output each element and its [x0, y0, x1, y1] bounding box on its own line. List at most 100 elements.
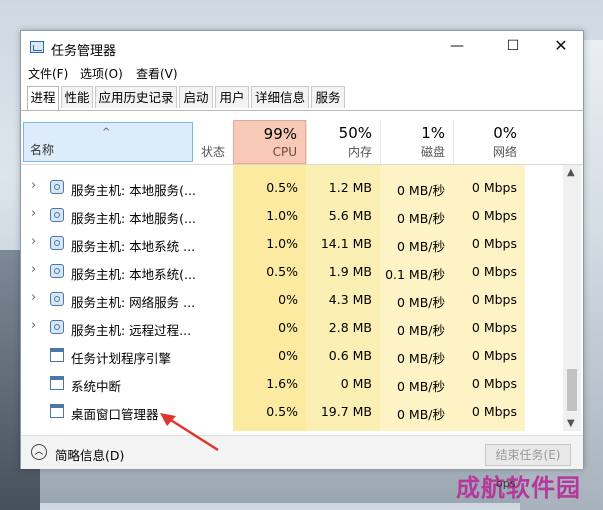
- cpu-total-percent: 99%: [263, 125, 297, 143]
- table-row[interactable]: 系统中断 1.6% 0 MB 0 MB/秒 0 Mbps: [21, 369, 563, 397]
- chevron-right-icon[interactable]: ›: [31, 318, 36, 333]
- process-cpu: 0%: [278, 292, 298, 307]
- tab-performance[interactable]: 性能: [61, 86, 93, 108]
- process-cpu: 0.5%: [266, 404, 298, 419]
- chevron-right-icon[interactable]: ›: [31, 262, 36, 277]
- process-name: 服务主机: 本地服务(...: [71, 211, 196, 226]
- process-memory: 0 MB: [340, 376, 372, 391]
- chevron-right-icon[interactable]: ›: [31, 290, 36, 305]
- process-cpu: 0.5%: [266, 264, 298, 279]
- tab-processes[interactable]: 进程: [27, 86, 59, 110]
- footer-bar: ︿ 简略信息(D) 结束任务(E): [21, 435, 583, 469]
- chevron-right-icon[interactable]: ›: [31, 206, 36, 221]
- disk-total-percent: 1%: [421, 124, 445, 142]
- table-row[interactable]: › 服务主机: 本地服务(... 1.0% 5.6 MB 0 MB/秒 0 Mbps: [21, 201, 563, 229]
- process-disk: 0 MB/秒: [397, 323, 445, 338]
- column-header-network[interactable]: 0% 网络: [453, 120, 525, 164]
- process-window-icon: [50, 348, 64, 362]
- process-name: 服务主机: 本地系统 ...: [71, 239, 196, 254]
- service-gear-icon: [50, 180, 64, 194]
- column-header-memory[interactable]: 50% 内存: [306, 120, 380, 164]
- watermark-logo: 成航软件园: [456, 474, 581, 502]
- process-memory: 0.6 MB: [328, 348, 372, 363]
- task-manager-window: 任务管理器 — ☐ ✕ 文件(F) 选项(O) 查看(V) 进程 性能 应用历史…: [20, 30, 584, 469]
- end-task-button[interactable]: 结束任务(E): [485, 444, 571, 466]
- sort-ascending-icon: ^: [102, 127, 111, 138]
- process-memory: 5.6 MB: [328, 208, 372, 223]
- process-network: 0 Mbps: [471, 236, 517, 251]
- process-disk: 0 MB/秒: [397, 239, 445, 254]
- scroll-up-icon[interactable]: ▲: [567, 167, 575, 178]
- table-row[interactable]: › 服务主机: 远程过程... 0% 2.8 MB 0 MB/秒 0 Mbps: [21, 313, 563, 341]
- chevron-right-icon[interactable]: ›: [31, 234, 36, 249]
- process-disk: 0.1 MB/秒: [385, 267, 445, 282]
- close-button[interactable]: ✕: [543, 31, 579, 61]
- process-memory: 1.2 MB: [328, 180, 372, 195]
- process-disk: 0 MB/秒: [397, 295, 445, 310]
- menu-view[interactable]: 查看(V): [136, 65, 178, 82]
- process-name: 服务主机: 远程过程...: [71, 323, 192, 338]
- table-row[interactable]: › 服务主机: 本地系统(... 0.5% 1.9 MB 0.1 MB/秒 0 Mbps: [21, 257, 563, 285]
- column-header-name-label: 名称: [30, 143, 55, 157]
- process-name: 服务主机: 网络服务 ...: [71, 295, 196, 310]
- process-disk: 0 MB/秒: [397, 379, 445, 394]
- table-row[interactable]: › 服务主机: 本地系统 ... 1.0% 14.1 MB 0 MB/秒 0 Mbps: [21, 229, 563, 257]
- process-disk: 0 MB/秒: [397, 351, 445, 366]
- tab-services[interactable]: 服务: [311, 86, 345, 108]
- service-gear-icon: [50, 208, 64, 222]
- process-name: 服务主机: 本地服务(...: [71, 183, 196, 198]
- process-memory: 14.1 MB: [320, 236, 372, 251]
- process-disk: 0 MB/秒: [397, 211, 445, 226]
- process-network: 0 Mbps: [471, 348, 517, 363]
- process-memory: 2.8 MB: [328, 320, 372, 335]
- watermark-sub: ops: [496, 477, 516, 490]
- title-bar[interactable]: 任务管理器 — ☐ ✕: [21, 31, 583, 63]
- fewer-details-link[interactable]: 简略信息(D): [55, 445, 124, 464]
- process-network: 0 Mbps: [471, 404, 517, 419]
- column-header-disk[interactable]: 1% 磁盘: [380, 120, 453, 164]
- minimize-button[interactable]: —: [439, 31, 475, 61]
- chevron-right-icon[interactable]: ›: [31, 178, 36, 193]
- table-row[interactable]: 任务计划程序引擎 0% 0.6 MB 0 MB/秒 0 Mbps: [21, 341, 563, 369]
- menu-options[interactable]: 选项(O): [80, 65, 123, 82]
- network-total-percent: 0%: [493, 124, 517, 142]
- column-header-cpu[interactable]: 99% CPU: [233, 120, 306, 164]
- process-network: 0 Mbps: [471, 376, 517, 391]
- table-row[interactable]: › 服务主机: 网络服务 ... 0% 4.3 MB 0 MB/秒 0 Mbps: [21, 285, 563, 313]
- tab-users[interactable]: 用户: [215, 86, 249, 108]
- process-network: 0 Mbps: [471, 180, 517, 195]
- table-row[interactable]: › 服务主机: 本地服务(... 0.5% 1.2 MB 0 MB/秒 0 Mbps: [21, 173, 563, 201]
- column-header-row: ^ 名称 状态 99% CPU 50% 内存 1% 磁盘 0% 网络: [21, 120, 583, 165]
- collapse-chevron-icon[interactable]: ︿: [31, 444, 47, 460]
- tab-details[interactable]: 详细信息: [251, 86, 309, 108]
- scroll-down-icon[interactable]: ▼: [567, 418, 575, 429]
- process-memory: 19.7 MB: [320, 404, 372, 419]
- column-header-name[interactable]: ^ 名称: [23, 122, 193, 162]
- scrollbar-thumb[interactable]: [567, 369, 577, 411]
- vertical-scrollbar[interactable]: ▲ ▼: [563, 165, 581, 431]
- process-name: 桌面窗口管理器: [71, 407, 159, 422]
- process-memory: 1.9 MB: [328, 264, 372, 279]
- process-window-icon: [50, 404, 64, 418]
- process-memory: 4.3 MB: [328, 292, 372, 307]
- table-row[interactable]: 桌面窗口管理器 0.5% 19.7 MB 0 MB/秒 0 Mbps: [21, 397, 563, 425]
- tab-divider: [21, 110, 583, 111]
- maximize-button[interactable]: ☐: [495, 31, 531, 61]
- process-cpu: 0%: [278, 320, 298, 335]
- tab-app-history[interactable]: 应用历史记录: [95, 86, 177, 108]
- menu-file[interactable]: 文件(F): [28, 65, 68, 82]
- process-name: 服务主机: 本地系统(...: [71, 267, 196, 282]
- process-network: 0 Mbps: [471, 320, 517, 335]
- process-network: 0 Mbps: [471, 264, 517, 279]
- task-manager-icon: [30, 41, 44, 53]
- process-list: › 服务主机: 本地服务(... 0.5% 1.2 MB 0 MB/秒 0 Mbps › 服务…: [21, 165, 563, 431]
- process-name: 系统中断: [71, 379, 122, 394]
- process-window-icon: [50, 376, 64, 390]
- window-title: 任务管理器: [51, 44, 117, 59]
- memory-label: 内存: [347, 145, 372, 159]
- service-gear-icon: [50, 236, 64, 250]
- tab-startup[interactable]: 启动: [179, 86, 213, 108]
- process-disk: 0 MB/秒: [397, 183, 445, 198]
- process-cpu: 1.0%: [266, 236, 298, 251]
- column-header-status[interactable]: 状态: [201, 143, 225, 160]
